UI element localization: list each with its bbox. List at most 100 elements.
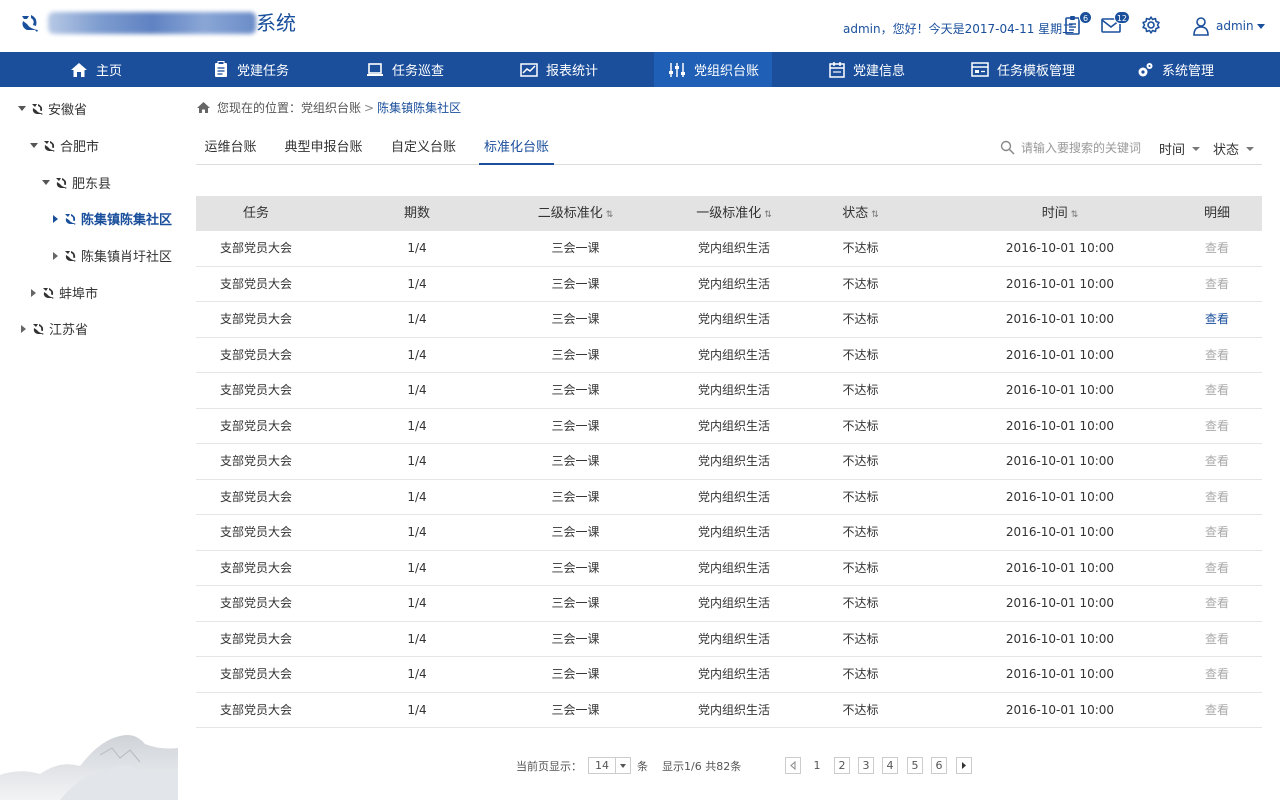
- table-row: 支部党员大会 1/4 三会一课 党内组织生活 不达标 2016-10-01 10:00 查看: [196, 444, 1262, 480]
- table-cell: 三会一课: [551, 667, 600, 681]
- table-cell: 1/4: [407, 418, 427, 433]
- column-header[interactable]: 一级标准化 ⇅: [644, 196, 824, 231]
- table-cell: 1/4: [407, 276, 427, 291]
- sort-icon[interactable]: ⇅: [606, 210, 614, 220]
- sort-icon[interactable]: ⇅: [871, 210, 879, 220]
- tree-node-bengbu[interactable]: 蚌埠市: [31, 283, 98, 302]
- table-row: 支部党员大会 1/4 三会一课 党内组织生活 不达标 2016-10-01 10:00 查看: [196, 622, 1262, 657]
- column-header-label: 明细: [1203, 206, 1230, 221]
- view-detail-link[interactable]: 查看: [1172, 373, 1262, 408]
- per-page-select[interactable]: 14: [588, 757, 631, 774]
- prev-page-button[interactable]: [785, 757, 801, 774]
- page-button[interactable]: 3: [858, 757, 874, 774]
- page-button[interactable]: 4: [882, 757, 898, 774]
- view-detail-link[interactable]: 查看: [1172, 551, 1262, 586]
- tree-node-anhui[interactable]: 安徽省: [18, 99, 87, 118]
- table-cell: 2016-10-01 10:00: [1005, 454, 1115, 468]
- column-header[interactable]: 时间 ⇅: [960, 196, 1160, 231]
- column-header-label: 期数: [403, 206, 430, 221]
- tab-custom-ledger[interactable]: 自定义台账: [386, 132, 461, 165]
- page-button[interactable]: 1: [809, 757, 825, 774]
- nav-item-reports[interactable]: 报表统计: [520, 52, 598, 87]
- table-cell: 不达标: [842, 276, 879, 291]
- page-button[interactable]: 6: [931, 757, 947, 774]
- sort-icon[interactable]: ⇅: [1071, 210, 1079, 220]
- nav-item-party-info[interactable]: 党建信息: [829, 52, 905, 87]
- table-cell: 党内组织生活: [697, 241, 770, 255]
- party-emblem-icon: [43, 287, 54, 299]
- table-cell: 三会一课: [551, 525, 600, 539]
- search-box[interactable]: 请输入要搜索的关键词: [1000, 139, 1141, 156]
- party-emblem-icon: [65, 213, 76, 225]
- view-detail-link[interactable]: 查看: [1172, 231, 1262, 266]
- view-detail-link[interactable]: 查看: [1172, 480, 1262, 515]
- table-cell: 不达标: [842, 560, 879, 575]
- column-header[interactable]: 状态 ⇅: [818, 196, 903, 231]
- view-detail-link[interactable]: 查看: [1172, 444, 1262, 479]
- column-header-label: 二级标准化: [537, 206, 603, 221]
- status-filter[interactable]: 状态: [1213, 139, 1255, 158]
- table-cell: 党内组织生活: [697, 383, 770, 397]
- column-header: 任务: [196, 196, 316, 231]
- tree-node-feidong[interactable]: 肥东县: [42, 173, 111, 192]
- breadcrumb-prefix[interactable]: 您现在的位置：党组织台账: [217, 99, 361, 116]
- app-logo[interactable]: 系统: [18, 12, 296, 34]
- view-detail-link[interactable]: 查看: [1172, 622, 1262, 657]
- table-row: 支部党员大会 1/4 三会一课 党内组织生活 不达标 2016-10-01 10:00 查看: [196, 409, 1262, 444]
- view-detail-link[interactable]: 查看: [1172, 515, 1262, 550]
- table-cell: 支部党员大会: [219, 560, 292, 575]
- table-cell: 不达标: [842, 525, 879, 539]
- per-page-value: 14: [595, 759, 609, 772]
- app-header: 系统 admin，您好！今天是2017-04-11 星期二 6 12 admin: [0, 0, 1280, 52]
- nav-item-task-inspection[interactable]: 任务巡查: [366, 52, 444, 87]
- nav-item-party-tasks[interactable]: 党建任务: [213, 52, 289, 87]
- tab-standard-ledger[interactable]: 标准化台账: [479, 132, 554, 165]
- tab-typical-report-ledger[interactable]: 典型申报台账: [281, 132, 366, 165]
- logo-title-suffix: 系统: [256, 11, 296, 35]
- party-emblem-icon: [56, 177, 67, 189]
- view-detail-link[interactable]: 查看: [1172, 657, 1262, 692]
- table-row: 支部党员大会 1/4 三会一课 党内组织生活 不达标 2016-10-01 10:00 查看: [196, 338, 1262, 373]
- nav-item-task-templates[interactable]: 任务模板管理: [971, 52, 1075, 87]
- page-button[interactable]: 5: [907, 757, 923, 774]
- user-icon: [1193, 17, 1209, 36]
- settings-button[interactable]: [1140, 14, 1164, 38]
- nav-item-system-admin[interactable]: 系统管理: [1136, 52, 1214, 87]
- table-cell: 三会一课: [551, 418, 600, 433]
- next-page-button[interactable]: [956, 757, 972, 774]
- table-cell: 三会一课: [551, 489, 600, 504]
- view-detail-link[interactable]: 查看: [1172, 409, 1262, 444]
- table-cell: 1/4: [407, 667, 427, 681]
- column-header[interactable]: 二级标准化 ⇅: [488, 196, 663, 231]
- time-filter[interactable]: 时间: [1159, 139, 1201, 158]
- table-cell: 支部党员大会: [219, 312, 292, 326]
- nav-item-home[interactable]: 主页: [70, 52, 122, 87]
- gears-icon: [1138, 62, 1153, 76]
- view-detail-link[interactable]: 查看: [1172, 267, 1262, 302]
- nav-item-party-ledger[interactable]: 党组织台账: [654, 52, 772, 87]
- tree-node-hefei[interactable]: 合肥市: [30, 136, 99, 155]
- tree-node-label: 陈集镇陈集社区: [81, 213, 173, 228]
- tree-node-chenji-community[interactable]: 陈集镇陈集社区: [53, 209, 172, 228]
- notice-button[interactable]: 6: [1062, 11, 1092, 38]
- view-detail-link[interactable]: 查看: [1172, 586, 1262, 621]
- tab-ops-ledger[interactable]: 运维台账: [196, 132, 265, 165]
- table-cell: 1/4: [407, 454, 427, 468]
- sort-icon[interactable]: ⇅: [764, 210, 772, 220]
- user-menu[interactable]: admin: [1192, 16, 1265, 36]
- page-button[interactable]: 2: [834, 757, 850, 774]
- party-emblem-icon: [65, 250, 76, 262]
- search-input[interactable]: 请输入要搜索的关键词: [1021, 139, 1141, 156]
- page-summary: 显示1/6 共82条: [662, 759, 742, 773]
- chevron-left-icon: [790, 760, 796, 771]
- view-detail-link[interactable]: 查看: [1172, 338, 1262, 373]
- caret-down-icon: [18, 106, 26, 111]
- table-cell: 三会一课: [551, 276, 600, 291]
- tree-node-jiangsu[interactable]: 江苏省: [21, 319, 88, 338]
- view-detail-link[interactable]: 查看: [1172, 302, 1262, 337]
- view-detail-link[interactable]: 查看: [1172, 693, 1262, 728]
- table-cell: 不达标: [842, 454, 879, 468]
- mail-button[interactable]: 12: [1100, 11, 1130, 38]
- tree-node-xiaowei-community[interactable]: 陈集镇肖圩社区: [53, 246, 172, 265]
- table-cell: 三会一课: [551, 702, 600, 717]
